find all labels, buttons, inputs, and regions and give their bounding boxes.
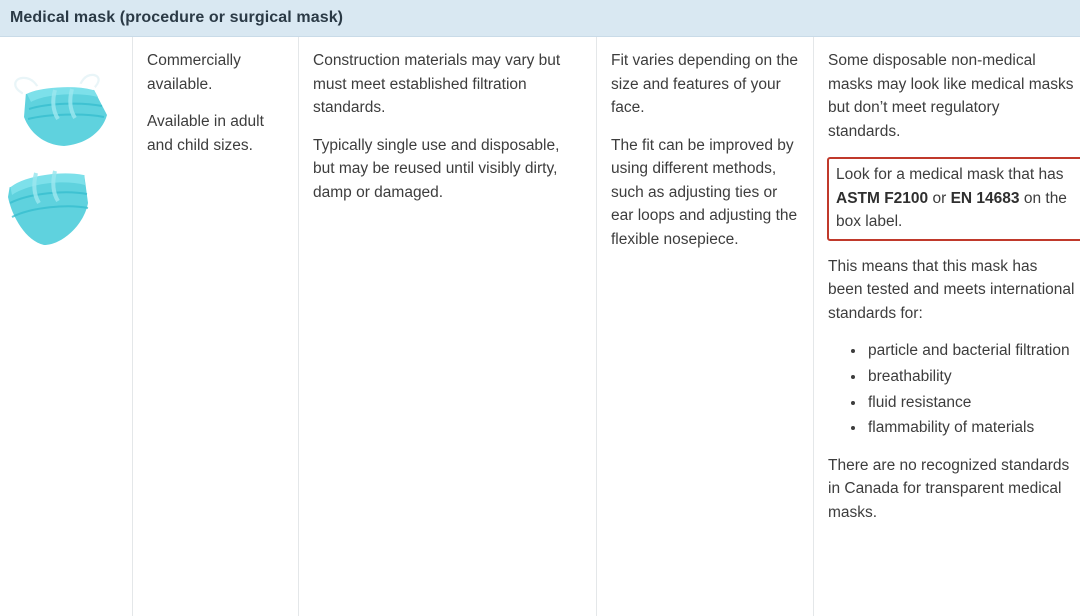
standards-list: particle and bacterial filtration breath… [828,339,1076,439]
list-item: breathability [866,365,1076,389]
construction-paragraph-2: Typically single use and disposable, but… [313,136,560,201]
standards-highlight-box: Look for a medical mask that has ASTM F2… [827,157,1080,241]
page-title: Medical mask (procedure or surgical mask… [10,9,344,26]
availability-paragraph-2: Available in adult and child sizes. [147,113,264,154]
highlight-text-before: Look for a medical mask that has [836,166,1064,184]
list-item: flammability of materials [866,416,1076,440]
other-intro-paragraph: Some disposable non-medical masks may lo… [828,52,1074,140]
list-item: fluid resistance [866,391,1076,415]
cell-construction: Construction materials may vary but must… [299,37,597,616]
standards-highlight-text: Look for a medical mask that has ASTM F2… [836,163,1077,234]
list-item: particle and bacterial filtration [866,339,1076,363]
standard-en-14683: EN 14683 [950,189,1020,207]
cell-illustration [0,37,133,616]
fit-paragraph-1: Fit varies depending on the size and fea… [611,52,798,117]
table-header-row: Medical mask (procedure or surgical mask… [0,0,1080,37]
cell-other-considerations: Some disposable non-medical masks may lo… [814,37,1080,616]
availability-paragraph-1: Commercially available. [147,52,241,93]
medical-mask-table: Medical mask (procedure or surgical mask… [0,0,1080,616]
other-closing-paragraph: There are no recognized standards in Can… [828,456,1070,521]
construction-paragraph-1: Construction materials may vary but must… [313,52,561,117]
cell-availability: Commercially available. Available in adu… [133,37,299,616]
highlight-text-middle: or [928,189,951,207]
standard-astm-f2100: ASTM F2100 [836,189,929,207]
medical-mask-illustration [8,72,114,245]
table-body-row: Commercially available. Available in adu… [0,37,1080,616]
cell-fit: Fit varies depending on the size and fea… [597,37,814,616]
fit-paragraph-2: The fit can be improved by using differe… [611,136,798,248]
other-means-paragraph: This means that this mask has been teste… [828,257,1075,322]
